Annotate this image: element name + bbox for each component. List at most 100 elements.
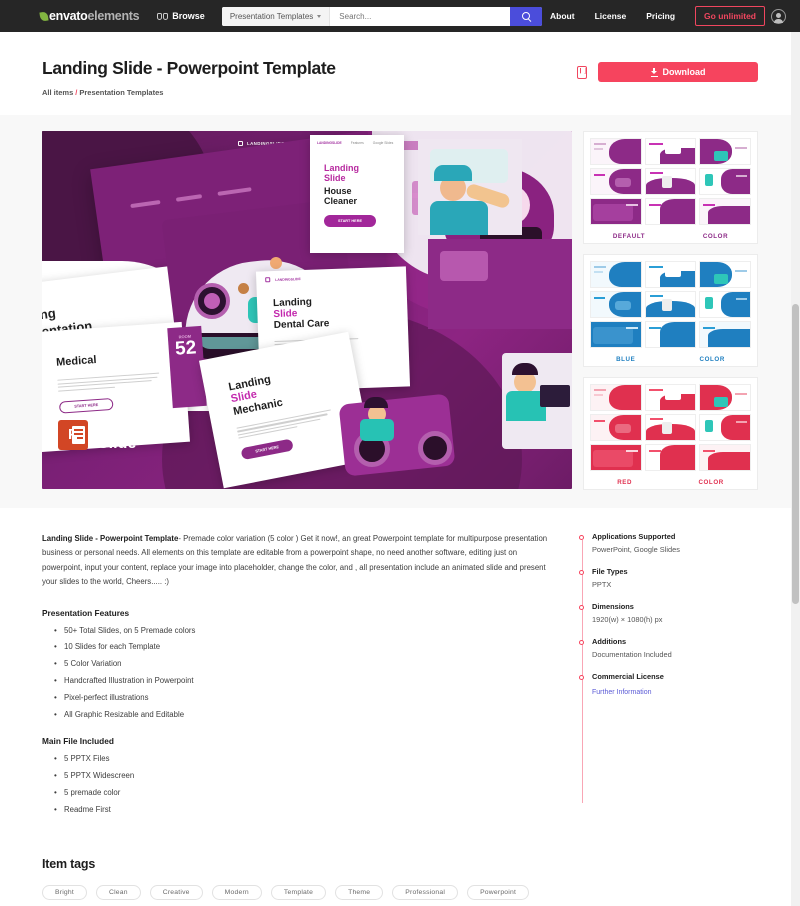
item-description-bold: Landing Slide - Powerpoint Template: [42, 534, 179, 543]
category-select[interactable]: Presentation Templates: [221, 6, 331, 26]
thumbnail-label-left: DEFAULT: [612, 233, 646, 240]
tag-list: Bright Clean Creative Modern Template Th…: [42, 884, 562, 906]
nav-link-about[interactable]: About: [550, 11, 575, 21]
thumbnail-labels: RED COLOR: [584, 479, 757, 486]
thumbnail-label-left: RED: [617, 479, 633, 486]
metadata-additions: Additions Documentation Included: [578, 637, 758, 659]
hero-card-1-line2: Slide: [324, 173, 346, 184]
user-avatar[interactable]: [771, 8, 786, 24]
search-icon: [521, 12, 530, 20]
search-input[interactable]: [330, 6, 510, 26]
timeline-dot-icon: [578, 640, 584, 645]
thumbnail-slide-grid: [590, 138, 751, 225]
files-heading: Main File Included: [42, 736, 114, 747]
timeline-dot-icon: [578, 605, 584, 610]
metadata-file-types: File Types PPTX: [578, 567, 758, 589]
page-scrollbar-track[interactable]: [791, 32, 800, 906]
nav-links: About License Pricing Go unlimited: [550, 6, 765, 26]
add-to-collection-button[interactable]: [574, 63, 589, 81]
tag-creative[interactable]: Creative: [149, 884, 203, 900]
item-header-left: Landing Slide - Powerpoint Template All …: [42, 58, 574, 97]
envato-elements-logo[interactable]: envato elements: [39, 9, 140, 23]
tag-professional[interactable]: Professional: [392, 884, 459, 900]
hero-card-3-cta[interactable]: START HERE: [240, 438, 294, 461]
thumbnail-labels: BLUE COLOR: [584, 356, 757, 363]
page-scrollbar-thumb[interactable]: [792, 304, 799, 604]
metadata-timeline: [582, 540, 584, 803]
hero-card-4-cta[interactable]: START HERE: [58, 397, 114, 414]
metadata-applications-supported: Applications Supported PowerPoint, Googl…: [578, 532, 758, 554]
thumbnail-blue-variation[interactable]: BLUE COLOR: [583, 254, 758, 367]
logo-text-envato: envato: [49, 9, 88, 23]
hero-preview-image[interactable]: LANDINGSLIDE ng entation LANDINGSLIDE Fe…: [42, 131, 572, 489]
thumbnail-default-variation[interactable]: DEFAULT COLOR: [583, 131, 758, 244]
metadata-value: Documentation Included: [592, 650, 672, 659]
list-item: 5 premade color: [54, 789, 554, 797]
tag-template[interactable]: Template: [270, 884, 327, 900]
tag-powerpoint[interactable]: Powerpoint: [467, 884, 530, 900]
download-button[interactable]: Download: [598, 62, 758, 82]
search-bar: Presentation Templates: [221, 6, 542, 26]
logo-text-elements: elements: [87, 9, 140, 23]
metadata-value: PPTX: [592, 580, 612, 589]
chevron-down-icon: [317, 14, 322, 18]
hero-card-1-line4: Cleaner: [324, 196, 358, 207]
features-heading: Presentation Features: [42, 607, 130, 618]
thumbnail-label-left: BLUE: [616, 356, 636, 363]
tag-clean[interactable]: Clean: [95, 884, 141, 900]
breadcrumb-separator: /: [75, 88, 78, 97]
list-item: Handcrafted Illustration in Powerpoint: [54, 677, 554, 685]
thumbnail-labels: DEFAULT COLOR: [584, 233, 757, 240]
nav-link-license[interactable]: License: [595, 11, 627, 21]
tag-bright[interactable]: Bright: [42, 884, 87, 900]
list-item: Readme First: [54, 806, 554, 814]
details-section: Landing Slide - Powerpoint Template- Pre…: [0, 508, 800, 823]
hero-powerpoint-badge: P Landing Slide: [58, 417, 160, 453]
list-item: 5 Color Variation: [54, 660, 554, 668]
category-select-label: Presentation Templates: [229, 11, 314, 21]
preview-row: LANDINGSLIDE ng entation LANDINGSLIDE Fe…: [0, 131, 800, 490]
breadcrumb-current[interactable]: Presentation Templates: [79, 88, 163, 97]
thumbnail-slide-grid: [590, 261, 751, 348]
metadata-label: Additions: [592, 637, 627, 646]
download-button-label: Download: [662, 67, 706, 77]
tag-theme[interactable]: Theme: [335, 884, 384, 900]
item-tags-heading: Item tags: [42, 856, 96, 871]
list-item: 5 PPTX Widescreen: [54, 772, 554, 780]
hero-card-1-cta[interactable]: START HERE: [324, 215, 376, 228]
timeline-dot-icon: [578, 675, 584, 680]
metadata-value: 1920(w) × 1080(h) px: [592, 615, 663, 624]
metadata-label: Applications Supported: [592, 532, 676, 541]
tag-modern[interactable]: Modern: [211, 884, 262, 900]
browse-button[interactable]: Browse: [157, 11, 205, 21]
list-item: 50+ Total Slides, on 5 Premade colors: [54, 626, 554, 634]
item-description: Landing Slide - Powerpoint Template- Pre…: [42, 532, 554, 590]
metadata-label: Commercial License: [592, 672, 664, 681]
item-header: Landing Slide - Powerpoint Template All …: [0, 32, 800, 97]
further-information-link[interactable]: Further Information: [592, 689, 652, 696]
list-item: All Graphic Resizable and Editable: [54, 710, 554, 718]
leaf-icon: [39, 10, 49, 22]
thumbnail-red-variation[interactable]: RED COLOR: [583, 377, 758, 490]
timeline-dot-icon: [578, 535, 584, 540]
thumbnail-label-right: COLOR: [702, 233, 729, 240]
nav-link-pricing[interactable]: Pricing: [646, 11, 675, 21]
hero-card-1-line3: House: [324, 186, 352, 197]
search-submit-button[interactable]: [509, 6, 542, 26]
download-icon: [650, 68, 658, 77]
go-unlimited-button[interactable]: Go unlimited: [695, 6, 765, 26]
metadata-commercial-license: Commercial License Further Information: [578, 672, 758, 699]
list-item: Pixel-perfect illustrations: [54, 694, 554, 702]
powerpoint-icon: P: [58, 419, 88, 450]
preview-thumbnail-list: DEFAULT COLOR BLUE COLOR RED COLOR: [583, 131, 758, 490]
metadata-label: File Types: [592, 567, 628, 576]
hero-card-4-title: Medical: [55, 353, 97, 369]
timeline-dot-icon: [578, 570, 584, 575]
item-tags-section: Item tags Bright Clean Creative Modern T…: [0, 823, 800, 906]
hero-card-1-line1: Landing: [324, 163, 359, 173]
description-column: Landing Slide - Powerpoint Template- Pre…: [42, 532, 554, 823]
page-title: Landing Slide - Powerpoint Template: [42, 58, 336, 78]
metadata-label: Dimensions: [592, 602, 634, 611]
files-list: 5 PPTX Files 5 PPTX Widescreen 5 premade…: [42, 755, 554, 813]
breadcrumb-all-items[interactable]: All items: [42, 88, 73, 97]
